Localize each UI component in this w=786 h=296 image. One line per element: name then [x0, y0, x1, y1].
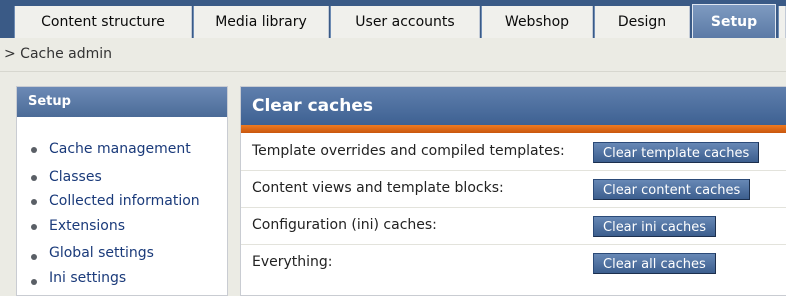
bullet-icon — [31, 147, 37, 153]
bullet-icon — [31, 224, 37, 230]
cache-row-content: Content views and template blocks: Clear… — [241, 171, 786, 208]
tab-setup[interactable]: Setup — [692, 4, 776, 38]
tab-overflow-edge — [778, 6, 786, 38]
clear-content-caches-button[interactable]: Clear content caches — [593, 179, 751, 200]
bullet-icon — [31, 175, 37, 181]
sidebar-item-label: Extensions — [49, 218, 126, 234]
sidebar-title: Setup — [17, 87, 227, 117]
sidebar-item-label: Classes — [49, 169, 102, 185]
cache-row-ini: Configuration (ini) caches: Clear ini ca… — [241, 208, 786, 245]
row-label: Template overrides and compiled template… — [252, 143, 565, 159]
sidebar-item-label: Global settings — [49, 245, 154, 261]
panel-title: Clear caches — [241, 87, 786, 125]
sidebar-item-label: Cache management — [49, 141, 191, 157]
sidebar-item-label: Ini settings — [49, 270, 127, 286]
sidebar-item-label: Collected information — [49, 193, 200, 209]
row-label: Everything: — [252, 254, 333, 270]
tab-design[interactable]: Design — [594, 6, 690, 38]
row-label: Configuration (ini) caches: — [252, 217, 437, 233]
clear-caches-panel: Clear caches Template overrides and comp… — [240, 86, 786, 296]
clear-template-caches-button[interactable]: Clear template caches — [593, 142, 760, 163]
bullet-icon — [31, 199, 37, 205]
tab-user-accounts[interactable]: User accounts — [330, 6, 480, 38]
accent-bar — [241, 125, 786, 133]
main-tab-bar: Content structure Media library User acc… — [0, 0, 786, 38]
cache-row-everything: Everything: Clear all caches — [241, 245, 786, 282]
row-label: Content views and template blocks: — [252, 180, 504, 196]
clear-all-caches-button[interactable]: Clear all caches — [593, 253, 716, 274]
tab-webshop[interactable]: Webshop — [481, 6, 593, 38]
cache-row-template: Template overrides and compiled template… — [241, 134, 786, 171]
bullet-icon — [31, 254, 37, 260]
breadcrumb: > Cache admin — [0, 38, 786, 72]
tab-content-structure[interactable]: Content structure — [14, 6, 192, 38]
clear-ini-caches-button[interactable]: Clear ini caches — [593, 216, 716, 237]
setup-sidebar: Setup Cache management Classes Collected… — [16, 86, 228, 296]
bullet-icon — [31, 279, 37, 285]
tab-media-library[interactable]: Media library — [193, 6, 329, 38]
